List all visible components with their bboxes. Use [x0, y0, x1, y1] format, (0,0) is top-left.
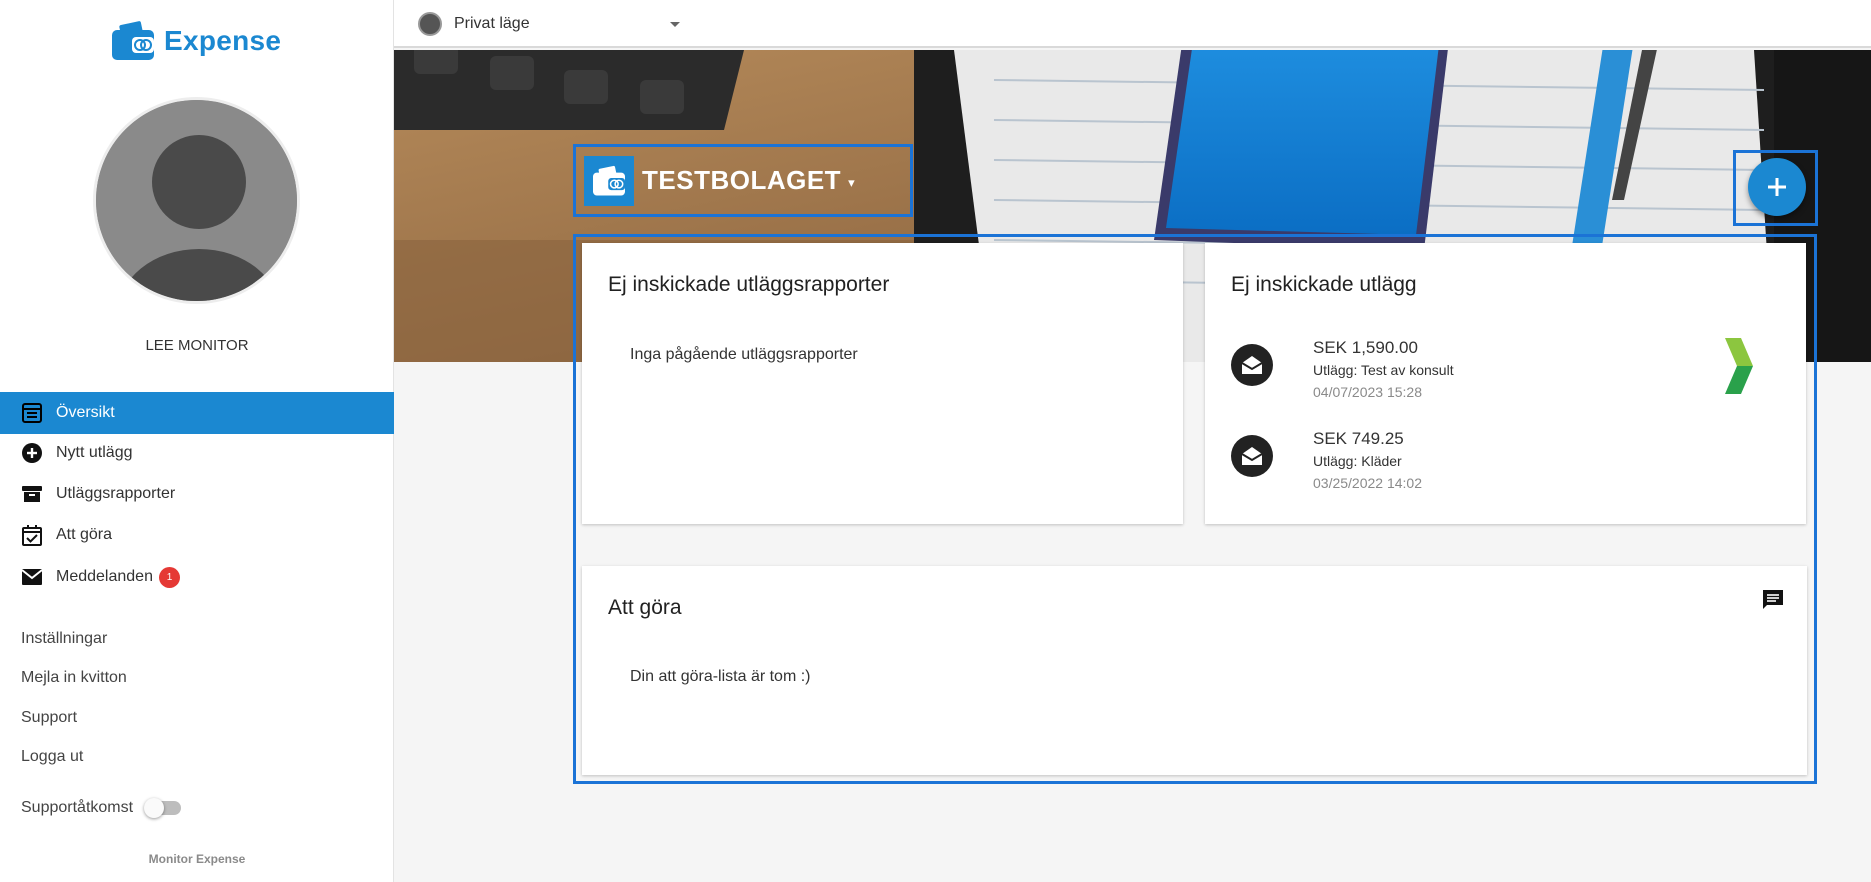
todo-empty-text: Din att göra-lista är tom :)	[630, 668, 811, 685]
expense-date: 03/25/2022 14:02	[1313, 475, 1422, 491]
expense-item[interactable]: SEK 749.25 Utlägg: Kläder 03/25/2022 14:…	[1231, 429, 1422, 491]
reports-card-title: Ej inskickade utläggsrapporter	[608, 273, 890, 296]
expense-item[interactable]: SEK 1,590.00 Utlägg: Test av konsult 04/…	[1231, 338, 1454, 400]
todo-card-title: Att göra	[608, 596, 682, 619]
nav-item-messages[interactable]: Meddelanden 1	[0, 556, 394, 598]
expense-description: Utlägg: Test av konsult	[1313, 362, 1454, 378]
comment-icon[interactable]	[1761, 588, 1785, 612]
nav-item-expense-reports[interactable]: Utläggsrapporter	[0, 473, 394, 515]
company-name: TESTBOLAGET	[642, 165, 842, 195]
unsubmitted-reports-card: Ej inskickade utläggsrapporter Inga pågå…	[582, 243, 1183, 524]
sidebar: Expense LEE MONITOR Översikt Nytt utlägg…	[0, 0, 394, 882]
top-bar: Privat läge	[394, 0, 1871, 48]
messages-badge: 1	[158, 566, 180, 588]
add-button[interactable]	[1748, 158, 1806, 216]
mode-select[interactable]: Privat läge	[418, 10, 680, 38]
settings-link[interactable]: Inställningar	[21, 630, 107, 648]
archive-icon	[20, 482, 44, 506]
mail-icon	[20, 565, 44, 589]
nav-item-new-expense[interactable]: Nytt utlägg	[0, 432, 394, 474]
todo-card: Att göra Din att göra-lista är tom :)	[582, 566, 1807, 775]
toggle-knob	[144, 798, 165, 818]
company-selector[interactable]: TESTBOLAGET ▾	[573, 144, 913, 217]
avatar-placeholder-icon	[96, 100, 297, 301]
chevron-down-icon	[670, 21, 680, 27]
support-access-row: Supportåtkomst	[21, 798, 182, 818]
email-receipts-link[interactable]: Mejla in kvitton	[21, 669, 127, 687]
nav-label-overview: Översikt	[56, 404, 115, 421]
envelope-open-icon	[1231, 344, 1273, 386]
expense-amount: SEK 749.25	[1313, 429, 1404, 448]
nav-label-messages: Meddelanden	[56, 568, 153, 585]
calendar-check-icon	[20, 523, 44, 547]
logout-link[interactable]: Logga ut	[21, 748, 83, 766]
support-link[interactable]: Support	[21, 709, 77, 727]
nav-label-todo: Att göra	[56, 526, 113, 543]
expense-amount: SEK 1,590.00	[1313, 338, 1418, 357]
app-name: Expense	[164, 25, 282, 56]
envelope-open-icon	[1231, 435, 1273, 477]
company-wallet-icon	[584, 155, 634, 206]
add-circle-icon	[20, 441, 44, 465]
expenses-card-title: Ej inskickade utlägg	[1231, 273, 1417, 296]
wallet-logo-icon	[112, 21, 154, 60]
app-logo[interactable]: Expense	[110, 20, 281, 62]
footer-brand: Monitor Expense	[148, 852, 246, 866]
mode-avatar-icon	[418, 12, 442, 36]
user-name: LEE MONITOR	[145, 337, 249, 354]
nav-label-expense-reports: Utläggsrapporter	[56, 485, 176, 502]
company-caret-icon: ▾	[848, 174, 855, 190]
overview-icon	[20, 401, 44, 425]
support-access-label: Supportåtkomst	[21, 799, 134, 816]
expense-description: Utlägg: Kläder	[1313, 453, 1402, 469]
reports-empty-text: Inga pågående utläggsrapporter	[630, 346, 858, 363]
expense-date: 04/07/2023 15:28	[1313, 384, 1422, 400]
brand-chevron-icon	[1725, 338, 1753, 394]
nav-item-overview[interactable]: Översikt	[0, 392, 394, 434]
unsubmitted-expenses-card: Ej inskickade utlägg SEK 1,590.00 Utlägg…	[1205, 243, 1806, 524]
nav-item-todo[interactable]: Att göra	[0, 514, 394, 556]
nav-label-new-expense: Nytt utlägg	[56, 444, 133, 461]
user-avatar[interactable]	[93, 97, 300, 304]
plus-icon	[1768, 178, 1786, 196]
mode-select-label: Privat läge	[454, 15, 530, 32]
support-access-toggle[interactable]	[144, 798, 182, 818]
